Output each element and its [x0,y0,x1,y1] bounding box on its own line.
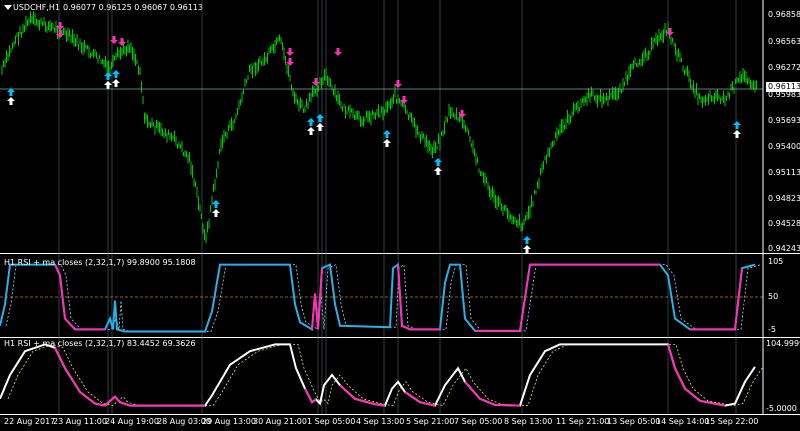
ind1-level-minus5: -5 [768,325,776,334]
price-label: 0.95693 [768,116,800,125]
rsi2-canvas [0,337,800,415]
arrow-up-icon [434,167,442,175]
time-label: 15 Sep 22:00 [705,417,759,426]
indicator2-label: H1 RSI + ma closes (2,32,1,7) 83.4452 69… [4,339,196,348]
arrow-down-icon [666,28,674,36]
arrow-up-icon [434,158,442,166]
rsi-falling-segment [464,381,521,407]
arrow-down-icon [110,36,118,44]
arrow-up-icon [104,81,112,89]
time-label: 13 Sep 05:00 [607,417,661,426]
current-price-tag: 0.96113 [766,82,800,92]
arrow-up-icon [316,114,324,122]
price-label: 0.96858 [768,10,800,19]
time-label: 24 Aug 19:00 [105,417,159,426]
rsi-falling-segment [339,384,386,407]
time-label: 11 Sep 21:00 [556,417,610,426]
price-label: 0.96563 [768,37,800,46]
price-label: 0.94528 [768,219,800,228]
arrow-up-icon [112,70,120,78]
arrow-down-icon [334,48,342,56]
arrow-up-icon [212,209,220,217]
rsi-falling-segment [304,388,317,404]
price-label: 0.96272 [768,63,800,72]
arrow-up-icon [212,200,220,208]
arrow-down-icon [312,78,320,86]
rsi-falling-segment [54,347,205,407]
time-label: 29 Aug 13:00 [202,417,256,426]
rsi-line [0,343,756,407]
ind2-level-bottom: -5.0000 [766,404,797,413]
arrow-up-icon [733,121,741,129]
arrow-up-icon [523,245,531,253]
ind1-level-50: 50 [768,292,779,301]
time-label: 8 Sep 13:00 [504,417,553,426]
arrow-up-icon [307,127,315,135]
arrow-up-icon [523,236,531,244]
price-label: 0.95113 [768,168,800,177]
main-chart-panel[interactable]: USDCHF,H1 0.96077 0.96125 0.96067 0.9611… [0,0,800,253]
rsi-falling-segment [475,263,660,332]
arrow-down-icon [286,48,294,56]
arrow-up-icon [112,79,120,87]
rsi-line [0,262,756,333]
arrow-up-icon [307,118,315,126]
arrow-up-icon [733,130,741,138]
time-label: 23 Aug 11:00 [53,417,107,426]
arrow-up-icon [104,72,112,80]
time-label: 4 Sep 13:00 [356,417,405,426]
time-label: 30 Aug 21:00 [253,417,307,426]
time-label: 5 Sep 21:00 [406,417,455,426]
rsi-falling-segment [404,391,436,407]
indicator1-label: H1 RSI + ma closes (2,32,1,7) 99.8900 95… [4,258,196,267]
price-chart-canvas [0,0,764,253]
price-label: 0.95400 [768,142,800,151]
rsi-falling-segment [690,268,743,331]
time-label: 7 Sep 05:00 [454,417,503,426]
price-label: 0.94823 [768,194,800,203]
signal-line [5,263,762,332]
time-label: 14 Sep 14:00 [656,417,710,426]
signal-line [7,343,764,407]
rsi-falling-segment [667,344,726,407]
time-label: 1 Sep 05:00 [307,417,356,426]
ind2-level-top: 104.9999 [766,339,800,348]
indicator-panel-2[interactable]: H1 RSI + ma closes (2,32,1,7) 83.4452 69… [0,337,800,415]
time-label: 22 Aug 2017 [4,417,56,426]
price-label: 0.94243 [768,244,800,253]
arrow-down-icon [118,38,126,46]
arrow-up-icon [7,97,15,105]
ind1-level-105: 105 [768,257,784,266]
rsi-falling-segment [311,268,323,330]
indicator-panel-1[interactable]: H1 RSI + ma closes (2,32,1,7) 99.8900 95… [0,253,800,337]
arrow-up-icon [316,123,324,131]
